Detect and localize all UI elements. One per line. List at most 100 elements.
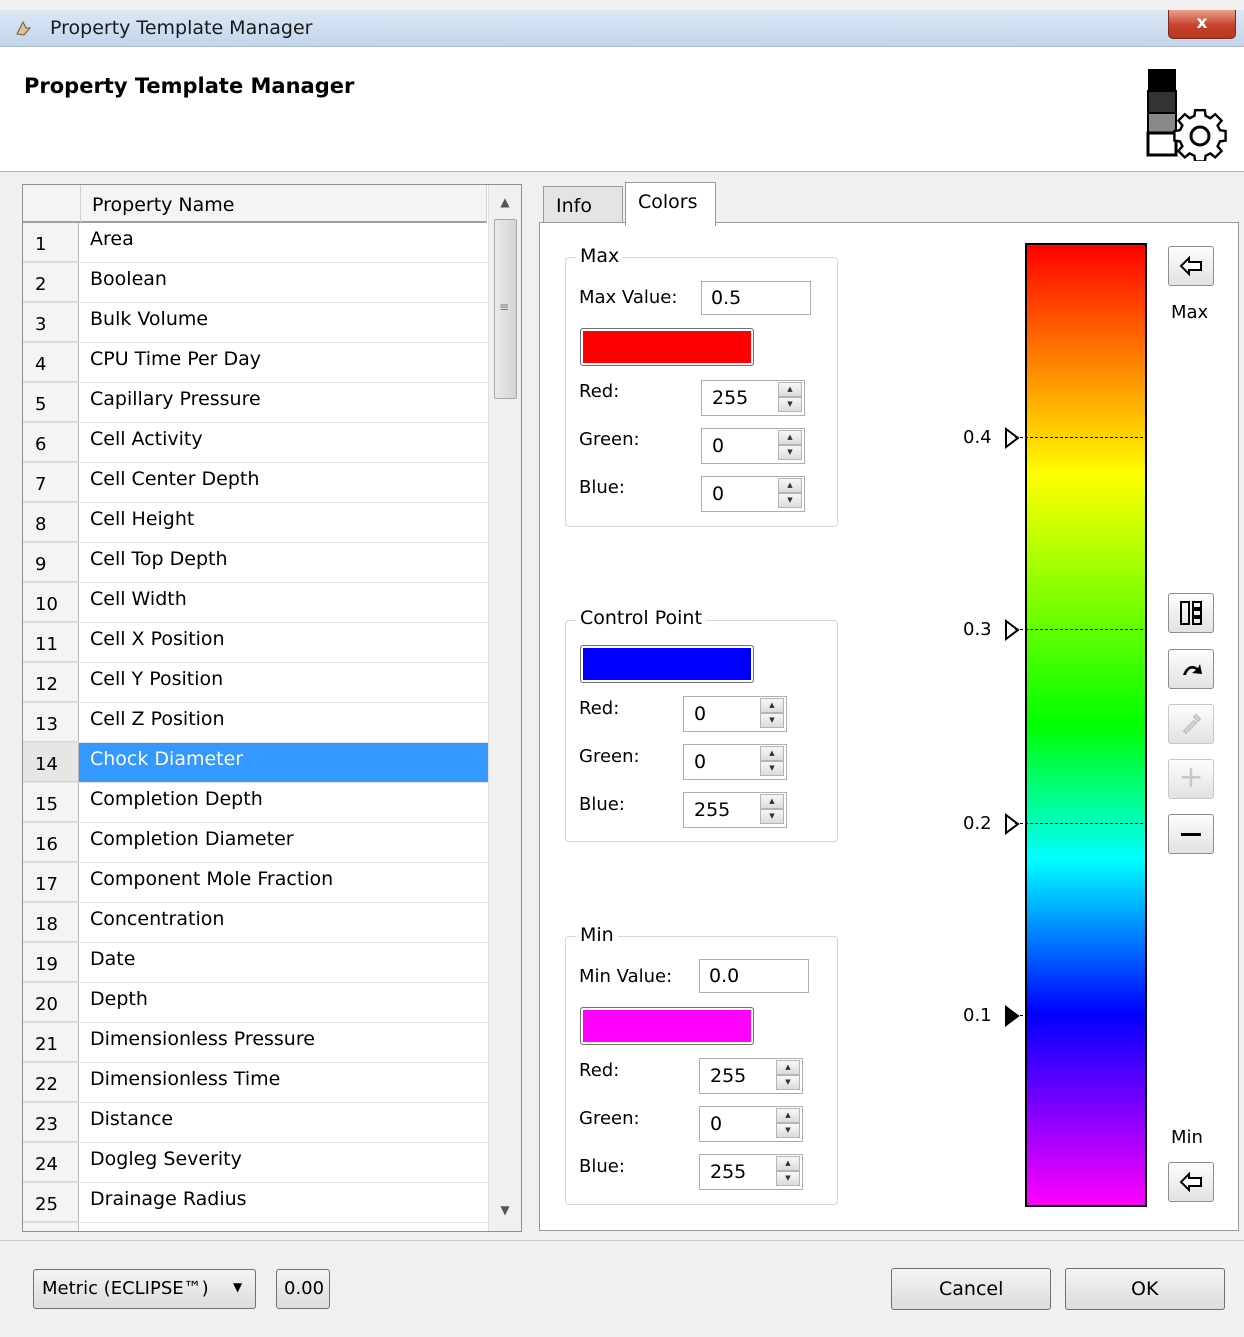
- table-row[interactable]: 23 Distance: [23, 1103, 488, 1143]
- spin-down-icon[interactable]: ▼: [778, 397, 802, 412]
- table-row[interactable]: 12 Cell Y Position: [23, 663, 488, 703]
- precision-button[interactable]: 0.00: [276, 1269, 330, 1309]
- table-row[interactable]: 20 Depth: [23, 983, 488, 1023]
- arrow-left-icon: [1179, 255, 1202, 277]
- spin-down-icon[interactable]: ▼: [776, 1075, 800, 1090]
- vertical-scrollbar[interactable]: ▲ ≡ ▼: [488, 185, 521, 1231]
- row-number-cell: 25: [23, 1183, 79, 1222]
- row-number: 25: [35, 1194, 58, 1215]
- min-blue-spinbox[interactable]: 255 ▲ ▼: [699, 1154, 803, 1190]
- row-number-cell: 16: [23, 823, 79, 862]
- table-row[interactable]: 21 Dimensionless Pressure: [23, 1023, 488, 1063]
- window-title: Property Template Manager: [50, 17, 313, 39]
- control-point-marker-icon[interactable]: [1004, 619, 1020, 641]
- row-number-cell: 7: [23, 463, 79, 502]
- property-name-cell: Boolean: [90, 268, 167, 290]
- control-point-marker-icon[interactable]: [1004, 813, 1020, 835]
- tab-info[interactable]: Info: [543, 186, 623, 225]
- selected-control-point-marker-icon[interactable]: [1004, 1005, 1020, 1027]
- distribute-button[interactable]: [1168, 593, 1214, 633]
- scroll-down-arrow-icon[interactable]: ▼: [489, 1195, 521, 1225]
- row-number: 11: [35, 634, 58, 655]
- property-name-cell: Cell Height: [90, 508, 195, 530]
- control-point-color-swatch[interactable]: [580, 645, 754, 683]
- scroll-up-arrow-icon[interactable]: ▲: [489, 187, 521, 217]
- cancel-button[interactable]: Cancel: [891, 1268, 1051, 1310]
- table-row[interactable]: 3 Bulk Volume: [23, 303, 488, 343]
- table-row[interactable]: 17 Component Mole Fraction: [23, 863, 488, 903]
- min-red-spinbox[interactable]: 255 ▲ ▼: [699, 1058, 803, 1094]
- table-row[interactable]: 25 Drainage Radius: [23, 1183, 488, 1223]
- color-gradient-bar[interactable]: [1025, 243, 1147, 1207]
- table-row[interactable]: 24 Dogleg Severity: [23, 1143, 488, 1183]
- row-number: 18: [35, 914, 58, 935]
- spin-up-icon[interactable]: ▲: [760, 698, 784, 713]
- spin-down-icon[interactable]: ▼: [776, 1171, 800, 1186]
- control-point-label: 0.4: [963, 427, 992, 448]
- edit-color-button[interactable]: [1168, 704, 1214, 744]
- spin-up-icon[interactable]: ▲: [760, 746, 784, 761]
- min-color-swatch[interactable]: [580, 1007, 754, 1045]
- unit-system-dropdown[interactable]: Metric (ECLIPSE™) ▼: [33, 1269, 256, 1309]
- table-row[interactable]: 6 Cell Activity: [23, 423, 488, 463]
- spin-down-icon[interactable]: ▼: [778, 493, 802, 508]
- property-name-column-header[interactable]: Property Name: [81, 185, 487, 223]
- table-row[interactable]: 14 Chock Diameter: [23, 743, 488, 783]
- spin-up-icon[interactable]: ▲: [776, 1060, 800, 1075]
- spin-down-icon[interactable]: ▼: [760, 809, 784, 824]
- table-row[interactable]: 19 Date: [23, 943, 488, 983]
- reverse-button[interactable]: [1168, 649, 1214, 689]
- table-row[interactable]: 11 Cell X Position: [23, 623, 488, 663]
- table-row[interactable]: 16 Completion Diameter: [23, 823, 488, 863]
- set-max-button[interactable]: [1168, 246, 1214, 286]
- scroll-thumb[interactable]: ≡: [494, 219, 517, 399]
- table-row[interactable]: 13 Cell Z Position: [23, 703, 488, 743]
- table-row[interactable]: 15 Completion Depth: [23, 783, 488, 823]
- min-green-spinbox[interactable]: 0 ▲ ▼: [699, 1106, 803, 1142]
- max-green-spinbox[interactable]: 0 ▲ ▼: [701, 428, 805, 464]
- min-value-input[interactable]: 0.0: [699, 959, 809, 993]
- max-color-swatch[interactable]: [580, 328, 754, 366]
- ok-button[interactable]: OK: [1065, 1268, 1225, 1310]
- max-value-input[interactable]: 0.5: [701, 281, 811, 315]
- table-row[interactable]: 1 Area: [23, 223, 488, 263]
- spin-up-icon[interactable]: ▲: [776, 1108, 800, 1123]
- max-blue-spinbox[interactable]: 0 ▲ ▼: [701, 476, 805, 512]
- table-row[interactable]: 8 Cell Height: [23, 503, 488, 543]
- table-row[interactable]: 22 Dimensionless Time: [23, 1063, 488, 1103]
- set-min-button[interactable]: [1168, 1162, 1214, 1202]
- spin-up-icon[interactable]: ▲: [760, 794, 784, 809]
- spin-up-icon[interactable]: ▲: [778, 478, 802, 493]
- spin-up-icon[interactable]: ▲: [778, 382, 802, 397]
- cp-blue-label: Blue:: [579, 794, 625, 815]
- remove-control-point-button[interactable]: [1168, 814, 1214, 854]
- table-row[interactable]: 9 Cell Top Depth: [23, 543, 488, 583]
- cp-green-spinbox[interactable]: 0 ▲ ▼: [683, 744, 787, 780]
- row-number-cell: 3: [23, 303, 79, 342]
- control-point-group-title: Control Point: [576, 607, 706, 629]
- spin-up-icon[interactable]: ▲: [778, 430, 802, 445]
- spin-up-icon[interactable]: ▲: [776, 1156, 800, 1171]
- table-row[interactable]: 18 Concentration: [23, 903, 488, 943]
- title-bar: Property Template Manager x: [0, 10, 1244, 47]
- table-row[interactable]: 10 Cell Width: [23, 583, 488, 623]
- table-row[interactable]: 7 Cell Center Depth: [23, 463, 488, 503]
- table-row[interactable]: 4 CPU Time Per Day: [23, 343, 488, 383]
- table-row[interactable]: 2 Boolean: [23, 263, 488, 303]
- cp-red-value: 0: [694, 703, 707, 725]
- spin-down-icon[interactable]: ▼: [760, 713, 784, 728]
- cp-red-spinbox[interactable]: 0 ▲ ▼: [683, 696, 787, 732]
- dialog-heading: Property Template Manager: [24, 74, 355, 98]
- spin-down-icon[interactable]: ▼: [778, 445, 802, 460]
- cp-blue-spinbox[interactable]: 255 ▲ ▼: [683, 792, 787, 828]
- row-number-cell: 15: [23, 783, 79, 822]
- spin-down-icon[interactable]: ▼: [760, 761, 784, 776]
- table-row[interactable]: 5 Capillary Pressure: [23, 383, 488, 423]
- table-row[interactable]: 26 Duration: [23, 1223, 488, 1231]
- tab-colors[interactable]: Colors: [625, 182, 716, 226]
- spin-down-icon[interactable]: ▼: [776, 1123, 800, 1138]
- max-red-spinbox[interactable]: 255 ▲ ▼: [701, 380, 805, 416]
- add-control-point-button[interactable]: +: [1168, 759, 1214, 799]
- control-point-marker-icon[interactable]: [1004, 427, 1020, 449]
- close-button[interactable]: x: [1168, 10, 1236, 39]
